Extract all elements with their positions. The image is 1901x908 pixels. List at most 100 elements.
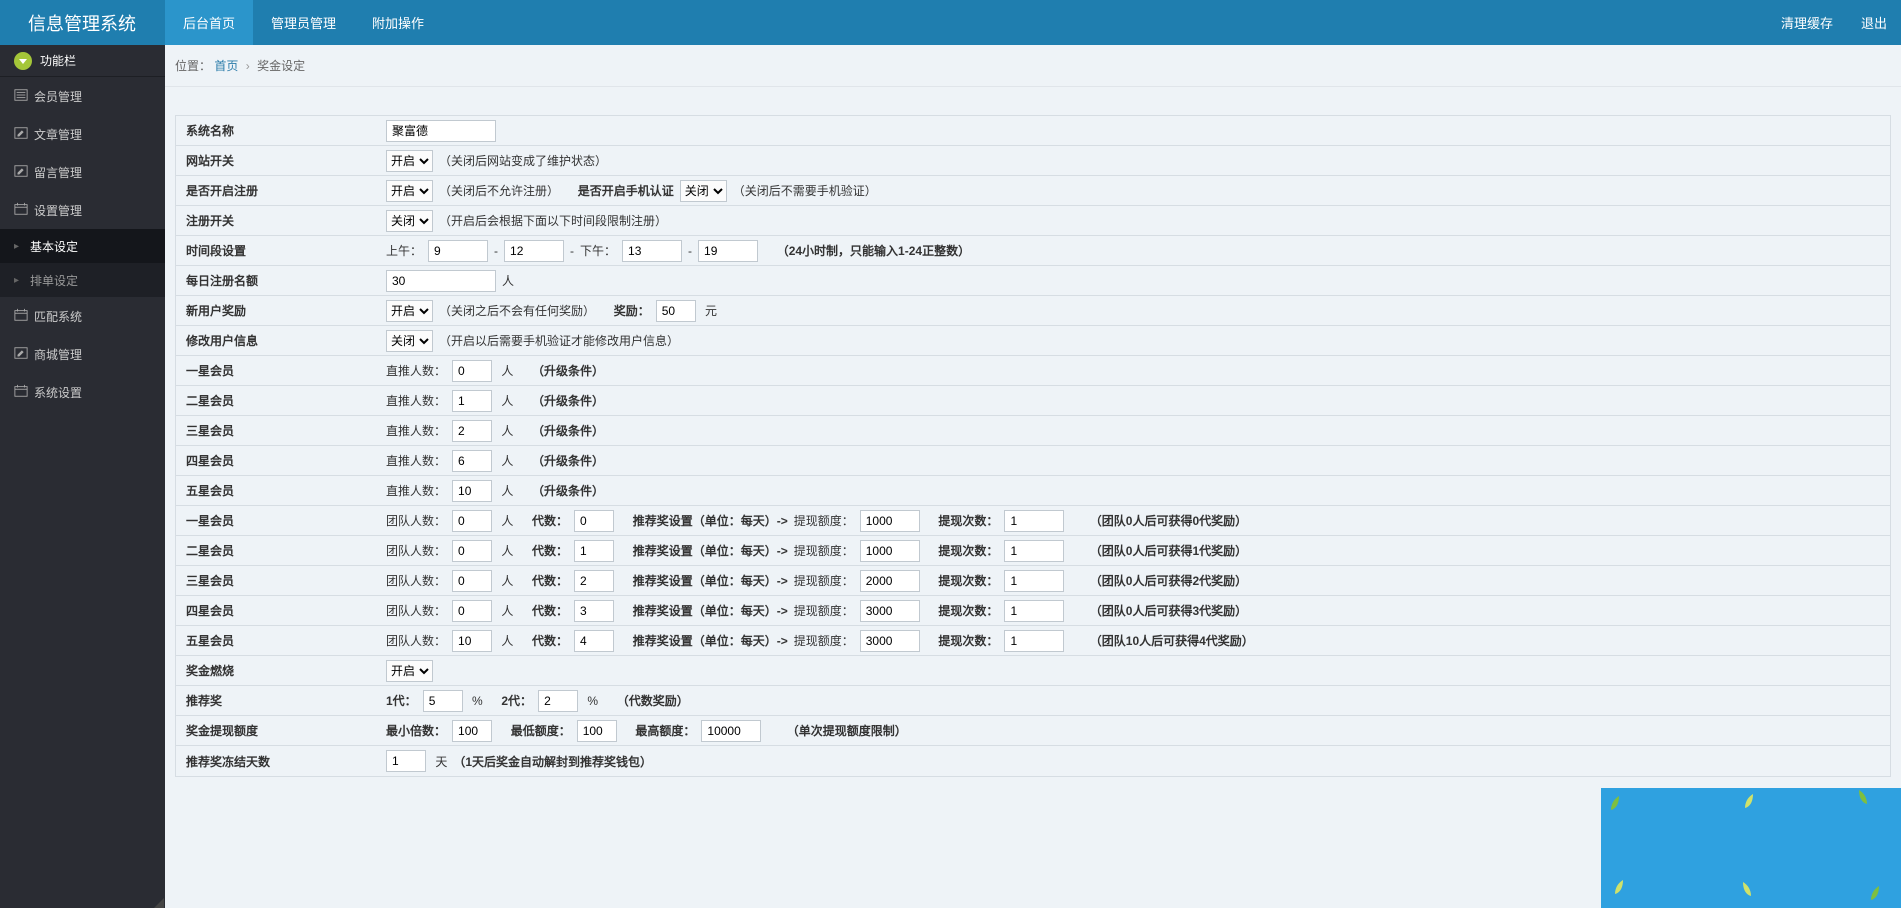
freeze-input[interactable] [386, 750, 426, 772]
wd-minmul-label: 最小倍数： [386, 722, 446, 739]
star-direct-input-3[interactable] [452, 450, 492, 472]
row-ref: 推荐奖1代： % 2代： % （代数奖励） [176, 686, 1890, 716]
times-input-0[interactable] [1004, 510, 1064, 532]
team-input-0[interactable] [452, 510, 492, 532]
topnav-item-2[interactable]: 附加操作 [354, 0, 442, 45]
sidebar-item-4[interactable]: 匹配系统 [0, 297, 165, 335]
wd-minmul-input[interactable] [452, 720, 492, 742]
team-tail-1: （团队0人后可获得1代奖励） [1090, 542, 1247, 559]
wd-max-input[interactable] [701, 720, 761, 742]
wd-input-2[interactable] [860, 570, 920, 592]
wd-label-1: 提现额度： [794, 542, 854, 559]
breadcrumb: 位置： 首页 › 奖金设定 [165, 45, 1901, 87]
wd-input-3[interactable] [860, 600, 920, 622]
pad1 [565, 184, 572, 198]
new-user-select[interactable]: 开启关闭 [386, 300, 433, 322]
times-input-3[interactable] [1004, 600, 1064, 622]
team-label-4: 团队人数： [386, 632, 446, 649]
pad-t3-4 [926, 634, 933, 648]
wd-input-4[interactable] [860, 630, 920, 652]
sidebar-item-3[interactable]: 设置管理 [0, 191, 165, 229]
ref-g1-input[interactable] [423, 690, 463, 712]
pad-w3 [767, 724, 780, 738]
team-input-1[interactable] [452, 540, 492, 562]
wd-input-0[interactable] [860, 510, 920, 532]
team-input-2[interactable] [452, 570, 492, 592]
sidebar-item-1[interactable]: 文章管理 [0, 115, 165, 153]
row-reg-switch-ctrl: 开启关闭（关闭后不允许注册） 是否开启手机认证开启关闭（关闭后不需要手机验证） [386, 180, 1890, 202]
row-star-team-4-label: 五星会员 [176, 632, 386, 649]
edit-user-select[interactable]: 开启关闭 [386, 330, 433, 352]
new-user-award-unit: 元 [702, 302, 717, 319]
time-pm-start[interactable] [622, 240, 682, 262]
sidebar-sub-item-3-0[interactable]: ▸基本设定 [0, 229, 165, 263]
topnav-item-1[interactable]: 管理员管理 [253, 0, 354, 45]
time-pm-end[interactable] [698, 240, 758, 262]
sidebar-resizer-icon[interactable] [154, 898, 164, 908]
reg-switch-select[interactable]: 开启关闭 [386, 180, 433, 202]
burn-select[interactable]: 开启关闭 [386, 660, 433, 682]
star-direct-unit-4: 人 [498, 482, 513, 499]
row-new-user-label: 新用户奖励 [176, 302, 386, 319]
row-star-direct-1-ctrl: 直推人数： 人 （升级条件） [386, 390, 1890, 412]
chevron-right-icon: ▸ [14, 275, 19, 286]
times-input-1[interactable] [1004, 540, 1064, 562]
topbar: 信息管理系统 后台首页管理员管理附加操作 清理缓存退出 [0, 0, 1901, 45]
ref-g2-input[interactable] [538, 690, 578, 712]
sidebar-sub-item-3-1[interactable]: ▸排单设定 [0, 263, 165, 297]
team-input-3[interactable] [452, 600, 492, 622]
times-input-4[interactable] [1004, 630, 1064, 652]
star-direct-input-4[interactable] [452, 480, 492, 502]
star-direct-hint-3: （升级条件） [532, 452, 604, 469]
row-reg-switch: 是否开启注册开启关闭（关闭后不允许注册） 是否开启手机认证开启关闭（关闭后不需要… [176, 176, 1890, 206]
topnav-item-0[interactable]: 后台首页 [165, 0, 253, 45]
daily-quota-unit: 人 [502, 272, 514, 289]
gen-input-0[interactable] [574, 510, 614, 532]
sidebar-item-0[interactable]: 会员管理 [0, 77, 165, 115]
sidebar-item-5[interactable]: 商城管理 [0, 335, 165, 373]
new-user-award-input[interactable] [656, 300, 696, 322]
site-switch-select[interactable]: 开启关闭 [386, 150, 433, 172]
team-label-0: 团队人数： [386, 512, 446, 529]
pad-t2-3 [620, 604, 627, 618]
pad-t4-1 [1070, 544, 1083, 558]
wd-label-3: 提现额度： [794, 602, 854, 619]
star-direct-input-2[interactable] [452, 420, 492, 442]
main-content: 位置： 首页 › 奖金设定 系统名称网站开关开启关闭（关闭后网站变成了维护状态）… [165, 45, 1901, 908]
sidebar-item-6[interactable]: 系统设置 [0, 373, 165, 411]
time-am-start[interactable] [428, 240, 488, 262]
times-input-2[interactable] [1004, 570, 1064, 592]
breadcrumb-home[interactable]: 首页 [214, 59, 238, 73]
sidebar-item-2[interactable]: 留言管理 [0, 153, 165, 191]
row-daily-quota-ctrl: 人 [386, 270, 1890, 292]
team-input-4[interactable] [452, 630, 492, 652]
daily-quota-input[interactable] [386, 270, 496, 292]
rec-label-3: 推荐奖设置（单位：每天）-> [633, 602, 788, 619]
row-freeze-ctrl: 天 （1天后奖金自动解封到推荐奖钱包） [386, 750, 1890, 772]
rec-label-4: 推荐奖设置（单位：每天）-> [633, 632, 788, 649]
reg-toggle-select[interactable]: 开启关闭 [386, 210, 433, 232]
star-direct-input-1[interactable] [452, 390, 492, 412]
gen-input-1[interactable] [574, 540, 614, 562]
star-direct-input-0[interactable] [452, 360, 492, 382]
phone-auth-select[interactable]: 开启关闭 [680, 180, 727, 202]
list-icon [14, 88, 34, 105]
star-direct-label-1: 直推人数： [386, 392, 446, 409]
wd-input-1[interactable] [860, 540, 920, 562]
topnav-right-item-1[interactable]: 退出 [1847, 0, 1901, 45]
row-star-team-3: 四星会员团队人数： 人 代数： 推荐奖设置（单位：每天）-> 提现额度： 提现次… [176, 596, 1890, 626]
star-direct-hint-0: （升级条件） [532, 362, 604, 379]
system-name-input[interactable] [386, 120, 496, 142]
row-freeze-label: 推荐奖冻结天数 [176, 753, 386, 770]
wd-min-input[interactable] [577, 720, 617, 742]
topnav-right-item-0[interactable]: 清理缓存 [1767, 0, 1847, 45]
gen-input-3[interactable] [574, 600, 614, 622]
time-am-end[interactable] [504, 240, 564, 262]
sidebar-collapse-icon[interactable] [14, 52, 32, 70]
star-direct-hint-4: （升级条件） [532, 482, 604, 499]
row-ref-label: 推荐奖 [176, 692, 386, 709]
row-star-direct-0-ctrl: 直推人数： 人 （升级条件） [386, 360, 1890, 382]
gen-input-4[interactable] [574, 630, 614, 652]
row-burn-ctrl: 开启关闭 [386, 660, 1890, 682]
gen-input-2[interactable] [574, 570, 614, 592]
